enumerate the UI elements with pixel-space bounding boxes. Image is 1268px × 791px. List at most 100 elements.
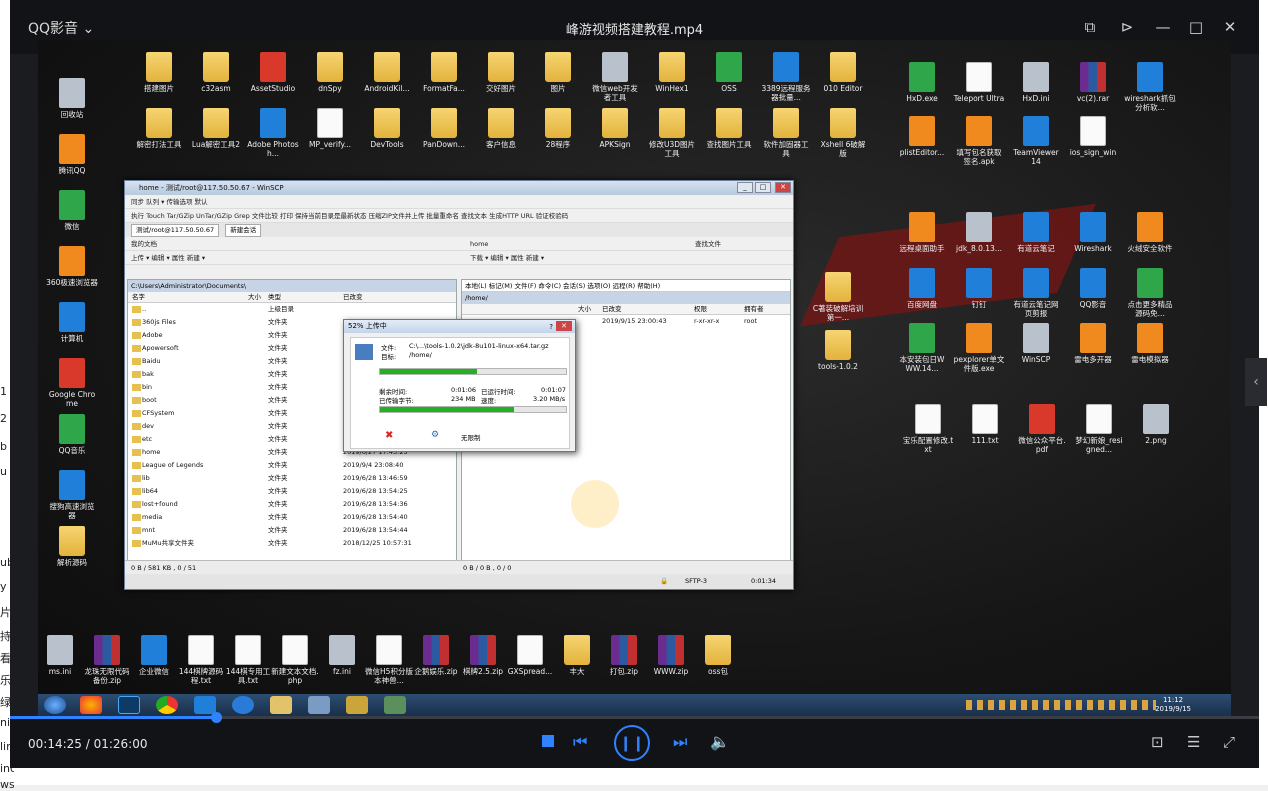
seek-knob[interactable]	[211, 712, 222, 723]
pause-button[interactable]: ❙❙	[614, 725, 650, 761]
desktop-icon[interactable]: 宝乐配置修改.txt	[902, 404, 954, 454]
desktop-icon[interactable]: HxD.ini	[1010, 62, 1062, 103]
taskbar-chrome-icon[interactable]	[156, 696, 178, 714]
desktop-icon[interactable]: 火绒安全软件	[1124, 212, 1176, 253]
desktop-icon[interactable]: MP_verify...	[304, 108, 356, 149]
video-frame[interactable]: 回收站 腾讯QQ 微信 360极速浏览器 计算机 Google Chrome QQ音乐 搜狗高…	[38, 40, 1231, 716]
desktop-icon[interactable]: 企鹅娱乐.zip	[410, 635, 462, 676]
desktop-icon[interactable]: GXSpread...	[504, 635, 556, 676]
desktop-icon[interactable]: 回收站	[46, 78, 98, 119]
session-tab[interactable]: 测试/root@117.50.50.67	[131, 224, 220, 237]
taskbar-photoshop-icon[interactable]	[118, 696, 140, 714]
winscp-maximize[interactable]: □	[755, 182, 771, 193]
table-row[interactable]: MuMu共享文件夹 文件夹 2018/12/25 10:57:31	[128, 537, 456, 550]
desktop-icon[interactable]: 梦幻新娘_resigned...	[1073, 404, 1125, 454]
table-row[interactable]: lost+found 文件夹 2019/6/28 13:54:36	[128, 498, 456, 511]
desktop-icon[interactable]: 28程序	[532, 108, 584, 149]
desktop-icon[interactable]: 点击更多精品源码免...	[1124, 268, 1176, 318]
taskbar-app3-icon[interactable]	[346, 696, 368, 714]
table-row[interactable]: lib 文件夹 2019/6/28 13:46:59	[128, 472, 456, 485]
desktop-icon[interactable]: 交好图片	[475, 52, 527, 93]
taskbar-360-icon[interactable]	[80, 696, 102, 714]
desktop-icon[interactable]: plistEditor...	[896, 116, 948, 157]
desktop-icon[interactable]: 本安装包日WWW.14...	[896, 323, 948, 373]
help-icon[interactable]: ?	[549, 321, 553, 334]
desktop-icon[interactable]: 搜狗高速浏览器	[46, 470, 98, 520]
col-owner[interactable]: 拥有者	[744, 304, 764, 315]
desktop-icon[interactable]: FormatFa...	[418, 52, 470, 93]
desktop-icon[interactable]: DevTools	[361, 108, 413, 149]
desktop-icon[interactable]: 远程桌面助手	[896, 212, 948, 253]
desktop-icon[interactable]: 企业微信	[128, 635, 180, 676]
settings-icon[interactable]: ⚙	[431, 430, 439, 440]
table-row[interactable]: .. 上级目录	[128, 303, 456, 316]
desktop-icon[interactable]: oss包	[692, 635, 744, 676]
side-panel-toggle[interactable]: ‹	[1245, 358, 1267, 406]
desktop-icon[interactable]: 腾讯QQ	[46, 134, 98, 175]
desktop-icon[interactable]: 查找图片工具	[703, 108, 755, 149]
winscp-toolbar2[interactable]: 执行 Touch Tar/GZip UnTar/GZip Grep 文件比较 打…	[125, 209, 793, 223]
desktop-icon[interactable]: 360极速浏览器	[46, 246, 98, 287]
desktop-icon[interactable]: Wireshark	[1067, 212, 1119, 253]
desktop-icon[interactable]: 计算机	[46, 302, 98, 343]
desktop-icon[interactable]: QQ影音	[1067, 268, 1119, 309]
next-button[interactable]: ⏭	[673, 732, 687, 752]
desktop-icon[interactable]: fz.ini	[316, 635, 368, 676]
desktop-icon[interactable]: 144棋牌源码程.txt	[175, 635, 227, 685]
desktop-icon[interactable]: 解密打法工具	[133, 108, 185, 149]
settings-icon[interactable]: ☰	[1187, 733, 1200, 751]
right-drive-select[interactable]: home	[470, 237, 488, 250]
desktop-icon[interactable]: WWW.zip	[645, 635, 697, 676]
desktop-icon[interactable]: 打包.zip	[598, 635, 650, 676]
desktop-icon[interactable]: vc(2).rar	[1067, 62, 1119, 103]
left-drive-select[interactable]: 我的文档	[131, 240, 157, 248]
local-path[interactable]: C:\Users\Administrator\Documents\	[128, 280, 456, 292]
desktop-icon[interactable]: wireshark抓包分析软...	[1124, 62, 1176, 112]
minimize-button[interactable]: —	[1153, 17, 1173, 37]
desktop-icon[interactable]: Lua解密工具2	[190, 108, 242, 149]
desktop-icon[interactable]: WinHex1	[646, 52, 698, 93]
desktop-icon[interactable]: TeamViewer 14	[1010, 116, 1062, 166]
close-button[interactable]: ✕	[1220, 17, 1240, 37]
start-button[interactable]	[44, 696, 66, 714]
desktop-icon[interactable]: C著装破解培训第一...	[812, 272, 864, 322]
desktop-icon[interactable]: Teleport Ultra	[953, 62, 1005, 103]
table-row[interactable]: League of Legends 文件夹 2019/9/4 23:08:40	[128, 459, 456, 472]
desktop-icon[interactable]: APKSign	[589, 108, 641, 149]
fullscreen-icon[interactable]: ⤢	[1223, 733, 1235, 751]
stop-button[interactable]	[542, 735, 554, 747]
col-rsize[interactable]: 大小	[578, 304, 591, 315]
desktop-icon[interactable]: pexplorer单文件版.exe	[953, 323, 1005, 373]
desktop-icon[interactable]: 雷电模拟器	[1124, 323, 1176, 364]
pin-icon[interactable]: ⊳	[1117, 17, 1137, 37]
previous-button[interactable]: ⏮	[573, 732, 587, 752]
table-row[interactable]: lib64 文件夹 2019/6/28 13:54:25	[128, 485, 456, 498]
progress-close[interactable]: ✕	[556, 321, 572, 331]
desktop-icon[interactable]: 棋牌2.5.zip	[457, 635, 509, 676]
col-name[interactable]: 名字	[132, 292, 145, 303]
system-tray[interactable]	[966, 700, 1156, 710]
desktop-icon[interactable]: 图片	[532, 52, 584, 93]
desktop-icon[interactable]: 有道云笔记网页剪报	[1010, 268, 1062, 318]
col-perms[interactable]: 权限	[694, 304, 707, 315]
desktop-icon[interactable]: 修改U3D图片工具	[646, 108, 698, 158]
desktop-icon[interactable]: 微信公众平台.pdf	[1016, 404, 1068, 454]
winscp-toolbar1[interactable]: 同步 队列 ▾ 传输选项 默认	[125, 195, 793, 209]
desktop-icon[interactable]: HxD.exe	[896, 62, 948, 103]
table-row[interactable]: mnt 文件夹 2019/6/28 13:54:44	[128, 524, 456, 537]
left-actions[interactable]: 上传 ▾ 编辑 ▾ 属性 新建 ▾	[131, 254, 205, 262]
desktop-icon[interactable]: 111.txt	[959, 404, 1011, 445]
desktop-icon[interactable]: 新建文本文档.php	[269, 635, 321, 685]
desktop-icon[interactable]: WinSCP	[1010, 323, 1062, 364]
desktop-icon[interactable]: 客户信息	[475, 108, 527, 149]
winscp-minimize[interactable]: _	[737, 182, 753, 193]
taskbar-app-icon[interactable]	[194, 696, 216, 714]
desktop-icon[interactable]: OSS	[703, 52, 755, 93]
desktop-icon[interactable]: 解析源码	[46, 526, 98, 567]
taskbar-sogou-icon[interactable]	[232, 696, 254, 714]
desktop-icon[interactable]: 雷电多开器	[1067, 323, 1119, 364]
new-session-tab[interactable]: 新建会话	[225, 224, 262, 237]
taskbar-app2-icon[interactable]	[308, 696, 330, 714]
desktop-icon[interactable]: QQ音乐	[46, 414, 98, 455]
desktop-icon[interactable]: 2.png	[1130, 404, 1182, 445]
